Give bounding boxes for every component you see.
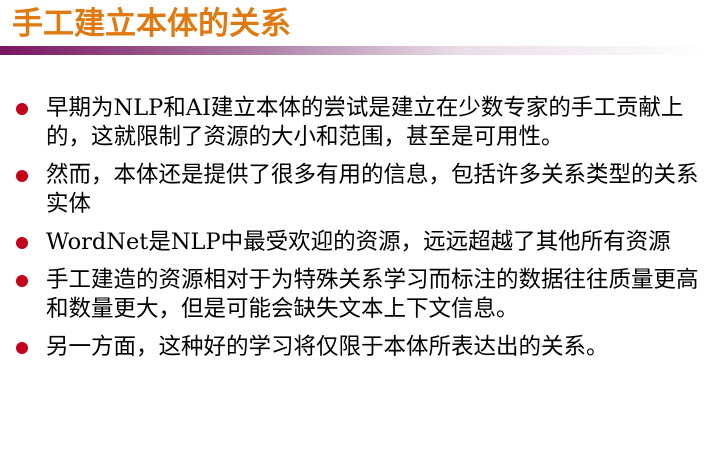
slide: 手工建立本体的关系 早期为NLP和AI建立本体的尝试是建立在少数专家的手工贡献上…: [0, 0, 708, 455]
bullet-item: 另一方面，这种好的学习将仅限于本体所表达出的关系。: [0, 333, 708, 362]
bullet-dot-icon: [16, 342, 28, 354]
bullet-text: 另一方面，这种好的学习将仅限于本体所表达出的关系。: [46, 334, 609, 360]
bullet-dot-icon: [16, 103, 28, 115]
bullet-dot-icon: [16, 170, 28, 182]
bullet-list: 早期为NLP和AI建立本体的尝试是建立在少数专家的手工贡献上的，这就限制了资源的…: [0, 94, 708, 371]
bullet-dot-icon: [16, 275, 28, 287]
bullet-item: 然而，本体还是提供了很多有用的信息，包括许多关系类型的关系实体: [0, 161, 708, 219]
bullet-dot-icon: [16, 237, 28, 249]
title-underline-bar: [0, 46, 708, 55]
bullet-text: WordNet是NLP中最受欢迎的资源，远远超越了其他所有资源: [46, 229, 671, 255]
slide-title: 手工建立本体的关系: [12, 6, 291, 42]
bullet-item: WordNet是NLP中最受欢迎的资源，远远超越了其他所有资源: [0, 228, 708, 257]
bullet-text: 早期为NLP和AI建立本体的尝试是建立在少数专家的手工贡献上的，这就限制了资源的…: [46, 95, 684, 150]
bullet-item: 早期为NLP和AI建立本体的尝试是建立在少数专家的手工贡献上的，这就限制了资源的…: [0, 94, 708, 152]
bullet-text: 手工建造的资源相对于为特殊关系学习而标注的数据往往质量更高和数量更大，但是可能会…: [46, 267, 699, 322]
bullet-text: 然而，本体还是提供了很多有用的信息，包括许多关系类型的关系实体: [46, 162, 699, 217]
bullet-item: 手工建造的资源相对于为特殊关系学习而标注的数据往往质量更高和数量更大，但是可能会…: [0, 266, 708, 324]
